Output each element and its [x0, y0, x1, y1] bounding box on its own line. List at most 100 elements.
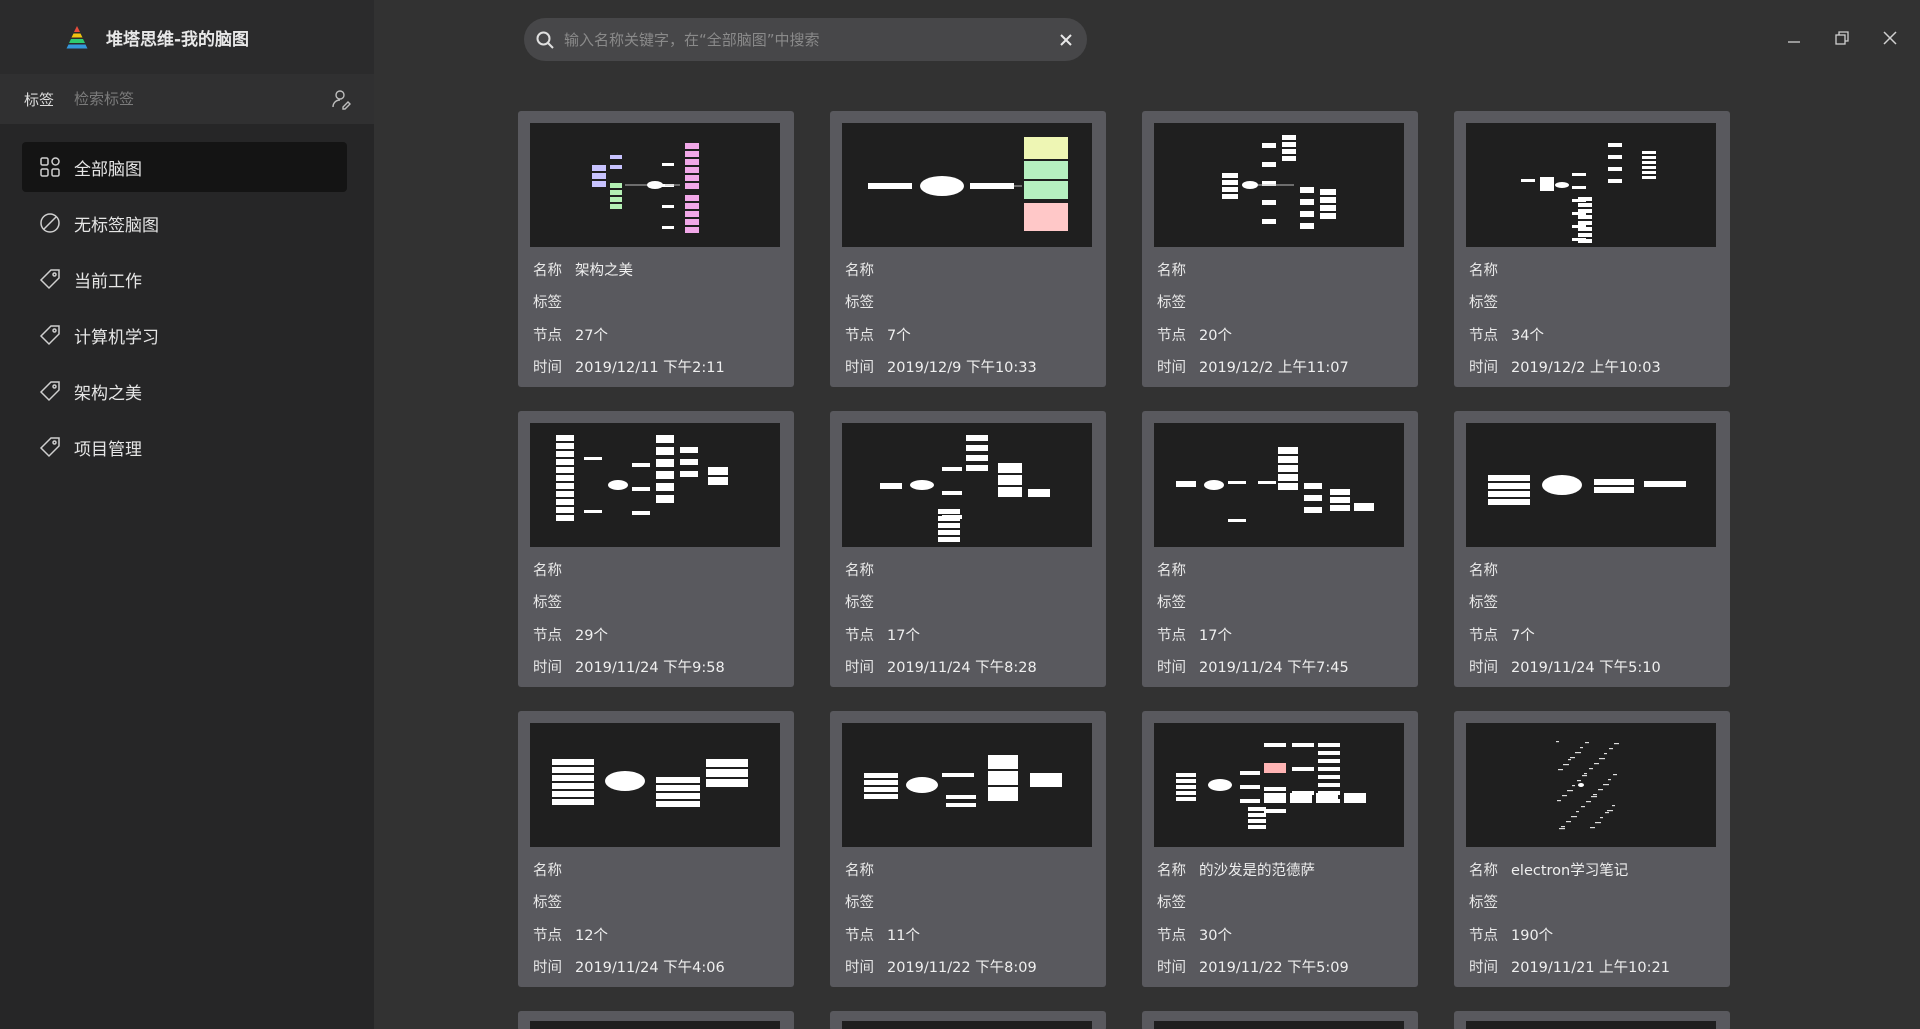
field-label: 节点 [533, 327, 562, 344]
minimize-button[interactable] [1782, 26, 1806, 50]
card-name-row: 名称 架构之美 [533, 253, 782, 286]
sidebar-item-untagged[interactable]: 无标签脑图 [22, 198, 347, 248]
tag-search-input[interactable] [74, 90, 330, 108]
mindmap-card[interactable]: 名称 标签 节点 11个 时间 2019/11/22 下午8:09 [830, 711, 1106, 987]
card-time: 2019/11/22 下午8:09 [887, 960, 1037, 977]
field-label: 时间 [845, 660, 874, 677]
card-time-row: 时间 2019/12/9 下午10:33 [845, 351, 1094, 384]
sidebar-item-all-maps[interactable]: 全部脑图 [22, 142, 347, 192]
mindmap-card[interactable]: 名称 的沙发是的范德萨 标签 节点 30个 时间 2019/11/22 下午5:… [1142, 711, 1418, 987]
card-meta: 名称 标签 节点 29个 时间 2019/11/24 下午9:58 [530, 547, 782, 683]
tag-label: 标签 [24, 90, 55, 109]
card-time: 2019/11/24 下午4:06 [575, 960, 725, 977]
sidebar-item-label: 计算机学习 [74, 327, 159, 348]
card-nodes-row: 节点 17个 [1157, 618, 1406, 651]
field-label: 标签 [533, 895, 562, 912]
field-label: 节点 [533, 627, 562, 644]
mindmap-thumbnail [842, 423, 1092, 547]
card-tags-row: 标签 [845, 886, 1094, 919]
tag-icon [38, 435, 62, 459]
field-label: 标签 [1469, 595, 1498, 612]
map-card-grid: 名称 架构之美 标签 节点 27个 时间 2019/12/11 下午2:11 名… [518, 111, 1730, 1029]
pyramid-logo [66, 26, 88, 49]
field-label: 节点 [1469, 327, 1498, 344]
tag-icon [38, 379, 62, 403]
user-tag-icon[interactable] [330, 88, 352, 110]
card-name-row: 名称 electron学习笔记 [1469, 853, 1718, 886]
mindmap-thumbnail [1154, 423, 1404, 547]
mindmap-card[interactable] [518, 1011, 794, 1029]
mindmap-card[interactable]: 名称 标签 节点 20个 时间 2019/12/2 上午11:07 [1142, 111, 1418, 387]
field-label: 名称 [1469, 862, 1498, 879]
sidebar-item-project-mgmt[interactable]: 项目管理 [22, 422, 347, 472]
mindmap-thumbnail [842, 723, 1092, 847]
restore-button[interactable] [1830, 26, 1854, 50]
card-node-count: 20个 [1199, 327, 1232, 344]
map-search-input[interactable] [564, 30, 1057, 49]
card-time-row: 时间 2019/11/22 下午5:09 [1157, 951, 1406, 984]
mindmap-card[interactable]: 名称 标签 节点 7个 时间 2019/11/24 下午5:10 [1454, 411, 1730, 687]
card-meta: 名称 的沙发是的范德萨 标签 节点 30个 时间 2019/11/22 下午5:… [1154, 847, 1406, 983]
card-node-count: 34个 [1511, 327, 1544, 344]
card-time-row: 时间 2019/11/21 上午10:21 [1469, 951, 1718, 984]
mindmap-card[interactable]: 名称 标签 节点 17个 时间 2019/11/24 下午7:45 [1142, 411, 1418, 687]
card-name-row: 名称 [1157, 553, 1406, 586]
app-header: 堆塔思维-我的脑图 [0, 0, 374, 74]
card-time: 2019/12/9 下午10:33 [887, 360, 1037, 377]
card-node-count: 27个 [575, 327, 608, 344]
mindmap-card[interactable] [830, 1011, 1106, 1029]
field-label: 名称 [1157, 862, 1186, 879]
card-tags-row: 标签 [1157, 586, 1406, 619]
mindmap-card[interactable]: 名称 标签 节点 17个 时间 2019/11/24 下午8:28 [830, 411, 1106, 687]
minimize-icon [1788, 41, 1800, 43]
card-name-row: 名称 [533, 853, 782, 886]
field-label: 时间 [845, 960, 874, 977]
card-name: 的沙发是的范德萨 [1199, 862, 1315, 879]
card-tags-row: 标签 [533, 586, 782, 619]
mindmap-card-partial[interactable] [518, 1011, 794, 1029]
card-nodes-row: 节点 34个 [1469, 318, 1718, 351]
card-time: 2019/12/11 下午2:11 [575, 360, 725, 377]
card-meta: 名称 标签 节点 12个 时间 2019/11/24 下午4:06 [530, 847, 782, 983]
card-meta: 名称 标签 节点 17个 时间 2019/11/24 下午8:28 [842, 547, 1094, 683]
field-label: 节点 [1469, 927, 1498, 944]
field-label: 标签 [845, 595, 874, 612]
field-label: 名称 [1157, 262, 1186, 279]
field-label: 时间 [845, 360, 874, 377]
field-label: 节点 [1469, 627, 1498, 644]
mindmap-card[interactable]: 名称 electron学习笔记 标签 节点 190个 时间 2019/11/21… [1454, 711, 1730, 987]
mindmap-card-partial[interactable] [1142, 1011, 1418, 1029]
card-node-count: 17个 [1199, 627, 1232, 644]
mindmap-card[interactable]: 名称 标签 节点 7个 时间 2019/12/9 下午10:33 [830, 111, 1106, 387]
card-nodes-row: 节点 20个 [1157, 318, 1406, 351]
card-time-row: 时间 2019/12/2 上午11:07 [1157, 351, 1406, 384]
card-name-row: 名称 [845, 853, 1094, 886]
mindmap-card[interactable] [1454, 1011, 1730, 1029]
card-time: 2019/11/24 下午7:45 [1199, 660, 1349, 677]
field-label: 标签 [845, 895, 874, 912]
mindmap-card[interactable]: 名称 架构之美 标签 节点 27个 时间 2019/12/11 下午2:11 [518, 111, 794, 387]
card-meta: 名称 标签 节点 7个 时间 2019/12/9 下午10:33 [842, 247, 1094, 383]
field-label: 节点 [1157, 627, 1186, 644]
field-label: 时间 [533, 960, 562, 977]
mindmap-card[interactable]: 名称 标签 节点 12个 时间 2019/11/24 下午4:06 [518, 711, 794, 987]
field-label: 标签 [1469, 295, 1498, 312]
sidebar-item-cs-learning[interactable]: 计算机学习 [22, 310, 347, 360]
field-label: 标签 [533, 295, 562, 312]
mindmap-card[interactable]: 名称 标签 节点 34个 时间 2019/12/2 上午10:03 [1454, 111, 1730, 387]
sidebar-item-label: 项目管理 [74, 439, 142, 460]
mindmap-card-partial[interactable] [1454, 1011, 1730, 1029]
sidebar-item-current-work[interactable]: 当前工作 [22, 254, 347, 304]
close-icon[interactable] [1057, 31, 1075, 49]
mindmap-card[interactable] [1142, 1011, 1418, 1029]
card-nodes-row: 节点 17个 [845, 618, 1094, 651]
field-label: 名称 [533, 862, 562, 879]
sidebar-item-architecture[interactable]: 架构之美 [22, 366, 347, 416]
close-button[interactable] [1878, 26, 1902, 50]
field-label: 标签 [1469, 895, 1498, 912]
card-time-row: 时间 2019/11/24 下午4:06 [533, 951, 782, 984]
mindmap-card[interactable]: 名称 标签 节点 29个 时间 2019/11/24 下午9:58 [518, 411, 794, 687]
card-nodes-row: 节点 30个 [1157, 918, 1406, 951]
mindmap-card-partial[interactable] [830, 1011, 1106, 1029]
card-node-count: 17个 [887, 627, 920, 644]
